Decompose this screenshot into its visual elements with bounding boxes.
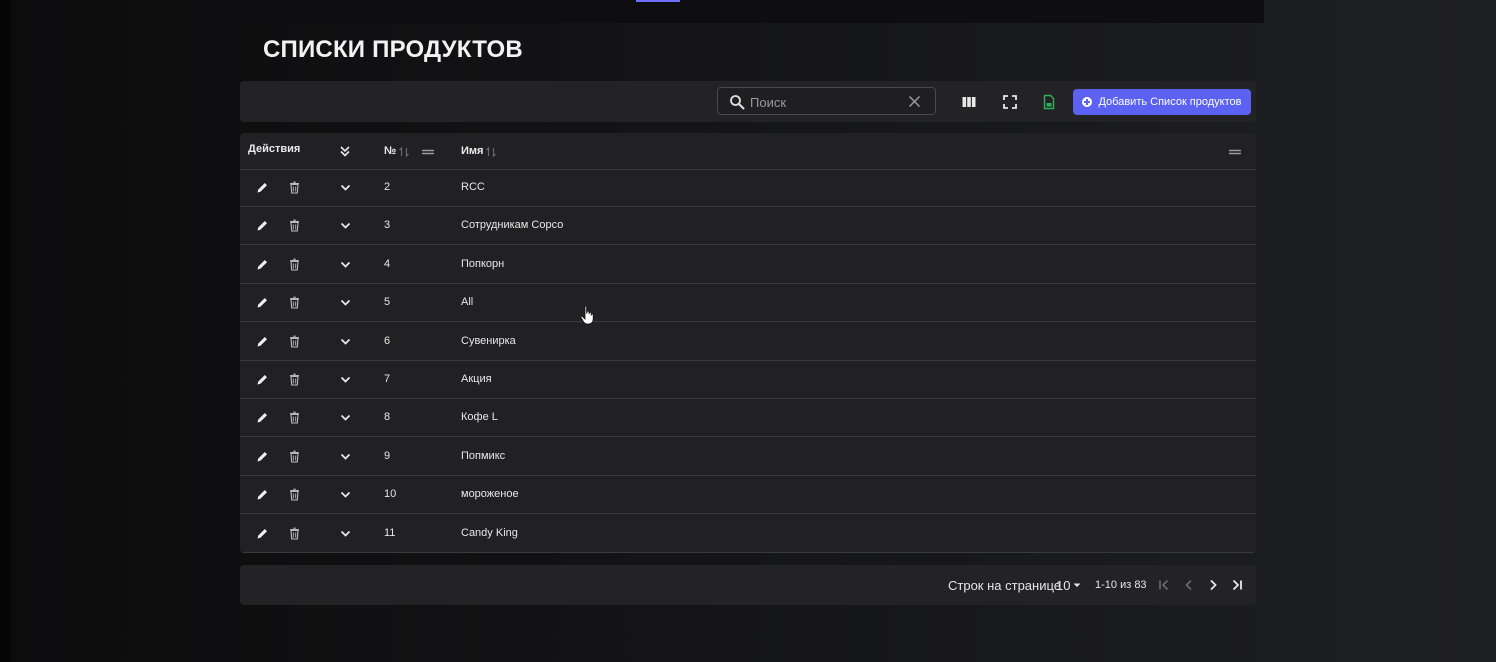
row-number: 8 [384, 411, 391, 424]
top-navigation-bar [228, 0, 1264, 23]
chevron-down-icon[interactable] [339, 181, 352, 194]
row-number: 9 [384, 449, 391, 462]
columns-icon[interactable] [961, 94, 977, 110]
sort-icon[interactable] [398, 146, 410, 158]
hand-cursor-icon [580, 305, 594, 325]
row-name: Акция [461, 373, 492, 385]
table-row: 2 RCC [240, 169, 1256, 207]
dropdown-arrow-icon[interactable] [1071, 579, 1083, 591]
row-name: Попкорн [461, 257, 505, 270]
row-name: All [461, 296, 474, 309]
table-header: Действия № Имя [240, 133, 1256, 170]
left-edge [0, 0, 10, 662]
chevron-down-icon[interactable] [339, 296, 352, 309]
table-row: 7 Акция [240, 361, 1256, 399]
edit-icon[interactable] [256, 527, 269, 540]
pagination-range: 1-10 из 83 [1095, 579, 1147, 591]
row-name: Сотрудникам Сорсо [461, 219, 564, 232]
pagination-bar: Строк на странице 10 1-10 из 83 [240, 565, 1256, 605]
row-number: 3 [384, 219, 391, 232]
active-nav-indicator [636, 0, 680, 2]
table-row: 5 All [240, 284, 1256, 323]
add-button-label: Добавить Список продуктов [1098, 96, 1242, 108]
edit-icon[interactable] [256, 411, 269, 424]
row-name: Кофе L [461, 411, 498, 424]
edit-icon[interactable] [256, 450, 269, 463]
column-resize-icon[interactable] [422, 146, 434, 158]
search-icon [730, 95, 745, 110]
row-name: мороженое [461, 488, 519, 501]
chevron-down-icon[interactable] [339, 335, 352, 348]
last-page-icon[interactable] [1230, 578, 1244, 592]
row-number: 5 [384, 296, 391, 309]
rows-per-page-select[interactable]: 10 [1056, 578, 1070, 593]
edit-icon[interactable] [256, 219, 269, 232]
delete-icon[interactable] [288, 219, 301, 232]
delete-icon[interactable] [288, 450, 301, 463]
column-resize-icon[interactable] [1229, 146, 1241, 158]
clear-search-icon[interactable] [908, 95, 921, 108]
row-number: 10 [384, 488, 397, 501]
table-row: 3 Сотрудникам Сорсо [240, 207, 1256, 246]
delete-icon[interactable] [288, 411, 301, 424]
chevron-down-icon[interactable] [339, 258, 352, 271]
next-page-icon[interactable] [1206, 578, 1220, 592]
header-actions: Действия [248, 143, 301, 155]
search-box[interactable] [717, 87, 936, 115]
expand-all-icon[interactable] [339, 145, 351, 157]
row-name: Сувенирка [461, 334, 516, 347]
table-row: 11 Candy King [240, 515, 1256, 553]
header-name[interactable]: Имя [461, 145, 483, 157]
delete-icon[interactable] [288, 258, 301, 271]
edit-icon[interactable] [256, 181, 269, 194]
chevron-down-icon[interactable] [339, 488, 352, 501]
page-title: СПИСКИ ПРОДУКТОВ [263, 36, 523, 63]
search-input[interactable] [748, 92, 902, 112]
sort-icon[interactable] [485, 146, 497, 158]
row-name: Попмикс [461, 449, 506, 462]
table-row: 4 Попкорн [240, 246, 1256, 284]
delete-icon[interactable] [288, 296, 301, 309]
rows-per-page-label: Строк на странице [948, 578, 1062, 593]
delete-icon[interactable] [288, 488, 301, 501]
fullscreen-icon[interactable] [1002, 94, 1018, 110]
delete-icon[interactable] [288, 181, 301, 194]
edit-icon[interactable] [256, 488, 269, 501]
row-name: Candy King [461, 526, 518, 539]
table-row: 6 Сувенирка [240, 323, 1256, 361]
table-row: 8 Кофе L [240, 399, 1256, 438]
edit-icon[interactable] [256, 296, 269, 309]
chevron-down-icon[interactable] [339, 527, 352, 540]
row-number: 6 [384, 334, 391, 347]
table-row: 10 мороженое [240, 476, 1256, 515]
chevron-down-icon[interactable] [339, 450, 352, 463]
export-file-icon[interactable] [1041, 94, 1057, 110]
previous-page-icon[interactable] [1182, 578, 1196, 592]
chevron-down-icon[interactable] [339, 219, 352, 232]
delete-icon[interactable] [288, 335, 301, 348]
header-number[interactable]: № [384, 145, 396, 157]
edit-icon[interactable] [256, 335, 269, 348]
row-number: 7 [384, 373, 391, 385]
row-number: 11 [384, 526, 396, 539]
table-row: 9 Попмикс [240, 438, 1256, 476]
chevron-down-icon[interactable] [339, 373, 352, 386]
row-number: 4 [384, 257, 391, 270]
row-number: 2 [384, 181, 391, 193]
row-name: RCC [461, 181, 485, 193]
edit-icon[interactable] [256, 258, 269, 271]
edit-icon[interactable] [256, 373, 269, 386]
chevron-down-icon[interactable] [339, 411, 352, 424]
product-lists-table: Действия № Имя 2 RCC 3 Сотрудникам Сорсо 4 По… [240, 133, 1256, 553]
delete-icon[interactable] [288, 527, 301, 540]
first-page-icon[interactable] [1157, 578, 1171, 592]
add-circle-icon [1082, 97, 1093, 107]
delete-icon[interactable] [288, 373, 301, 386]
table-toolbar: Добавить Список продуктов [240, 81, 1256, 122]
add-product-list-button[interactable]: Добавить Список продуктов [1073, 89, 1251, 115]
